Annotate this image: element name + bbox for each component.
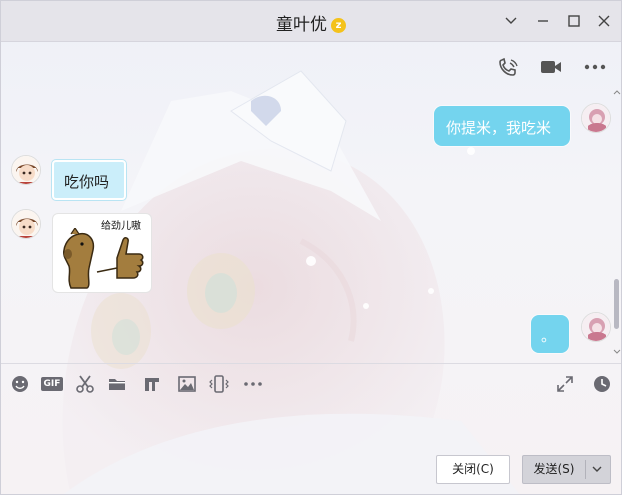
- chevron-down-icon[interactable]: [589, 461, 605, 477]
- minimize-button[interactable]: [533, 11, 553, 31]
- send-label: 发送(S): [533, 462, 575, 476]
- chat-window: 童叶优 z 你提米，我吃米 吃你吗 给劲儿嗷 。 GIF 关闭(C) 发送(S): [0, 0, 622, 495]
- emoji-icon[interactable]: [10, 374, 30, 394]
- message-scrollbar[interactable]: [613, 89, 621, 355]
- expand-icon[interactable]: [555, 374, 575, 394]
- music-icon[interactable]: [142, 374, 162, 394]
- sticker-message[interactable]: 给劲儿嗷: [52, 213, 152, 293]
- input-toolbar: GIF: [1, 363, 621, 404]
- contact-avatar[interactable]: [11, 155, 41, 185]
- send-divider: [585, 460, 586, 479]
- my-avatar[interactable]: [581, 103, 611, 133]
- more-icon[interactable]: [243, 374, 263, 394]
- phone-shake-icon[interactable]: [209, 374, 229, 394]
- voice-call-icon[interactable]: [497, 57, 521, 77]
- message-bubble-incoming[interactable]: 吃你吗: [52, 160, 126, 200]
- close-button[interactable]: 关闭(C): [436, 455, 510, 484]
- more-options-icon[interactable]: [583, 57, 607, 77]
- horse-thumbs-up-icon: [63, 228, 144, 289]
- close-icon[interactable]: [594, 11, 614, 31]
- image-icon[interactable]: [177, 374, 197, 394]
- gif-icon[interactable]: GIF: [41, 377, 63, 391]
- history-clock-icon[interactable]: [592, 374, 612, 394]
- chevron-down-icon[interactable]: [501, 11, 521, 31]
- scissors-icon[interactable]: [75, 374, 95, 394]
- contact-avatar[interactable]: [11, 209, 41, 239]
- scroll-down-icon[interactable]: [613, 349, 621, 355]
- message-bubble-outgoing[interactable]: 。: [531, 315, 569, 353]
- video-call-icon[interactable]: [539, 57, 563, 77]
- message-bubble-outgoing[interactable]: 你提米，我吃米: [434, 106, 570, 146]
- send-button[interactable]: 发送(S): [522, 455, 611, 484]
- folder-icon[interactable]: [107, 374, 127, 394]
- message-text: 。: [541, 327, 557, 345]
- vip-badge-icon: z: [331, 18, 346, 33]
- contact-name: 童叶优 z: [1, 10, 621, 35]
- scroll-up-icon[interactable]: [613, 89, 621, 95]
- maximize-button[interactable]: [564, 11, 584, 31]
- scrollbar-thumb[interactable]: [614, 279, 619, 329]
- message-text: 吃你吗: [64, 173, 110, 191]
- title-bar: 童叶优 z: [1, 1, 621, 42]
- contact-name-text: 童叶优: [276, 15, 327, 35]
- my-avatar[interactable]: [581, 312, 611, 342]
- message-text: 你提米，我吃米: [446, 119, 552, 137]
